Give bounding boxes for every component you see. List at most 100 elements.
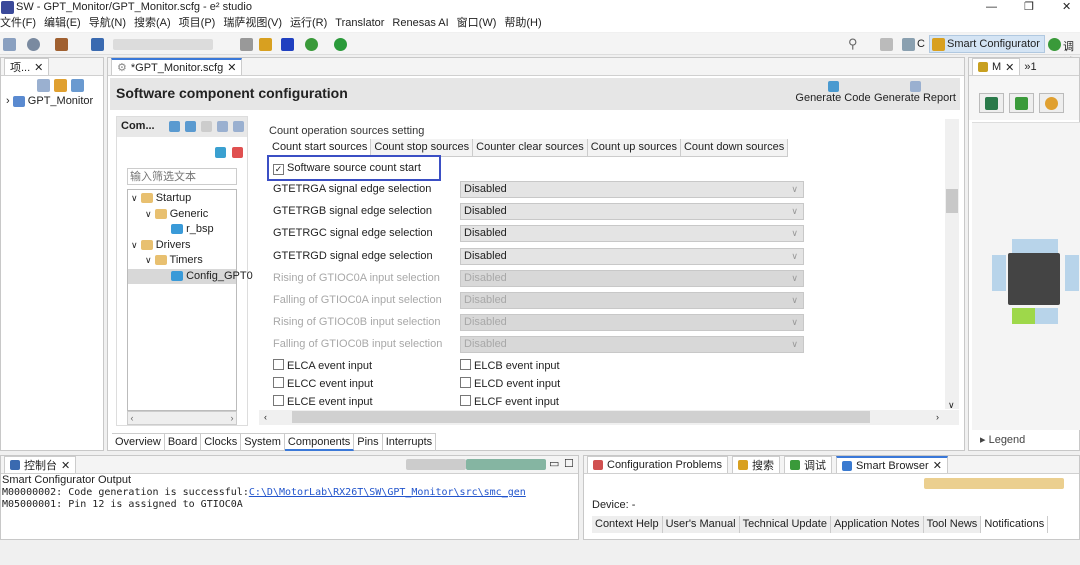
tree-item[interactable]: ∨ Timers xyxy=(128,253,236,269)
tab-gpt-monitor-scfg[interactable]: ⚙ *GPT_Monitor.scfg ✕ xyxy=(111,58,243,75)
collapse-icon[interactable] xyxy=(217,121,228,132)
tab-system[interactable]: System xyxy=(241,434,285,451)
list-icon[interactable] xyxy=(240,38,253,51)
collapse-all-icon[interactable] xyxy=(37,79,50,92)
edge-selection-dropdown[interactable]: Disabled ∨ xyxy=(460,314,804,332)
export-icon[interactable] xyxy=(185,121,196,132)
tab-browser[interactable]: Configuration Problems xyxy=(587,456,728,473)
close-icon[interactable]: ✕ xyxy=(34,61,43,74)
subtab[interactable]: Application Notes xyxy=(831,516,924,533)
chevron-down-icon[interactable]: ∨ xyxy=(131,193,138,203)
edge-selection-dropdown[interactable]: Disabled ∨ xyxy=(460,269,804,287)
run-icon[interactable] xyxy=(334,38,347,51)
tab-components[interactable]: Components xyxy=(284,434,355,451)
tab-count-source[interactable]: Count down sources xyxy=(681,139,789,156)
build-config-icon[interactable] xyxy=(27,38,40,51)
tab-mcu[interactable]: M ✕ xyxy=(972,58,1021,75)
close-button[interactable]: ✕ xyxy=(1062,0,1071,14)
tab-browser[interactable]: 搜索 xyxy=(731,456,780,473)
translator-icon[interactable] xyxy=(281,38,294,51)
edge-selection-dropdown[interactable]: Disabled ∨ xyxy=(460,247,804,265)
browser-actions-icon[interactable] xyxy=(924,478,1064,489)
debug-controls-icon[interactable] xyxy=(113,39,213,50)
subtab[interactable]: User's Manual xyxy=(663,516,740,533)
menu-item[interactable]: 运行(R) xyxy=(290,15,327,32)
generate-code-button[interactable]: Generate Code xyxy=(793,80,873,104)
close-icon[interactable]: ✕ xyxy=(61,459,70,472)
minimize-icon[interactable]: ▭ xyxy=(549,457,559,470)
menu-item[interactable]: 导航(N) xyxy=(89,15,126,32)
legend-toggle[interactable]: ▸ Legend xyxy=(972,432,1080,448)
filter-icon[interactable] xyxy=(71,79,84,92)
menu-item[interactable]: 窗口(W) xyxy=(457,15,497,32)
tab-count-source[interactable]: Count up sources xyxy=(588,139,681,156)
edge-selection-dropdown[interactable]: Disabled ∨ xyxy=(460,292,804,309)
tab-count-source[interactable]: Count stop sources xyxy=(371,139,474,156)
save-image-button[interactable] xyxy=(979,93,1004,113)
chevron-down-icon[interactable]: ∨ xyxy=(145,209,152,219)
tree-item-gpt-monitor[interactable]: › GPT_Monitor xyxy=(1,94,103,108)
software-source-count-start-checkbox[interactable]: ✓ Software source count start xyxy=(273,162,421,175)
debug-monitor-icon[interactable] xyxy=(91,38,104,51)
tab-project-explorer[interactable]: 项... ✕ xyxy=(4,58,50,75)
tab-pins[interactable]: Pins xyxy=(354,434,383,451)
open-perspective-icon[interactable] xyxy=(880,38,893,51)
tree-item[interactable]: ∨ Drivers xyxy=(128,238,236,254)
event-input-checkbox[interactable]: ELCE event input xyxy=(273,395,373,408)
output-path-link[interactable]: C:\D\MotorLab\RX26T\SW\GPT_Monitor\src\s… xyxy=(249,487,526,498)
tab-console[interactable]: 控制台 ✕ xyxy=(4,456,77,473)
perspective-smart-configurator[interactable]: Smart Configurator xyxy=(929,35,1045,53)
subtab[interactable]: Tool News xyxy=(924,516,982,533)
subtab[interactable]: Context Help xyxy=(592,516,663,533)
import-icon[interactable] xyxy=(169,121,180,132)
sort-icon[interactable] xyxy=(201,121,212,132)
menu-item[interactable]: 项目(P) xyxy=(179,15,216,32)
tab-count-source[interactable]: Counter clear sources xyxy=(473,139,588,156)
menu-item[interactable]: 帮助(H) xyxy=(504,15,541,32)
zoom-button[interactable] xyxy=(1039,93,1064,113)
edge-selection-dropdown[interactable]: Disabled ∨ xyxy=(460,225,804,243)
subtab[interactable]: Notifications xyxy=(981,516,1049,533)
menu-item[interactable]: 文件(F) xyxy=(0,15,36,32)
perspective-c[interactable]: C xyxy=(917,38,925,50)
rotate-button[interactable] xyxy=(1009,93,1034,113)
tab-overview[interactable]: Overview xyxy=(112,434,165,451)
tab-count-source[interactable]: Count start sources xyxy=(269,139,372,156)
event-input-checkbox[interactable]: ELCA event input xyxy=(273,359,372,372)
wand-icon[interactable] xyxy=(259,38,272,51)
menu-item[interactable]: 搜索(A) xyxy=(134,15,171,32)
search-icon[interactable]: ⚲ xyxy=(848,36,858,52)
event-input-checkbox[interactable]: ELCB event input xyxy=(460,359,560,372)
tab-board[interactable]: Board xyxy=(165,434,202,451)
tree-item[interactable]: ∨ Startup xyxy=(128,191,236,207)
generate-report-button[interactable]: Generate Report xyxy=(873,80,957,104)
chevron-down-icon[interactable]: ∨ xyxy=(131,240,138,250)
remove-component-icon[interactable] xyxy=(232,147,243,158)
event-input-checkbox[interactable]: ELCC event input xyxy=(273,377,373,390)
gear-debug-icon[interactable] xyxy=(305,38,318,51)
link-editor-icon[interactable] xyxy=(54,79,67,92)
filter-input[interactable] xyxy=(127,168,237,185)
tab-browser[interactable]: 调试 xyxy=(783,456,832,473)
chevron-down-icon[interactable]: ∨ xyxy=(145,255,152,265)
event-input-checkbox[interactable]: ELCF event input xyxy=(460,395,559,408)
tab-clocks[interactable]: Clocks xyxy=(201,434,242,451)
console-actions-icon[interactable] xyxy=(406,459,466,470)
tree-item[interactable]: Config_GPT0 xyxy=(128,268,253,284)
add-component-icon[interactable] xyxy=(215,147,226,158)
event-input-checkbox[interactable]: ELCD event input xyxy=(460,377,560,390)
tree-item[interactable]: ∨ Generic xyxy=(128,207,236,223)
hammer-icon[interactable] xyxy=(55,38,68,51)
minimize-button[interactable]: — xyxy=(986,0,997,14)
edge-selection-dropdown[interactable]: Disabled ∨ xyxy=(460,203,804,221)
menu-item[interactable]: 瑞萨视图(V) xyxy=(223,15,282,32)
save-icon[interactable] xyxy=(3,38,16,51)
horizontal-scrollbar[interactable]: ‹ › xyxy=(259,410,959,425)
maximize-icon[interactable]: ☐ xyxy=(564,457,574,470)
menu-item[interactable]: Translator xyxy=(335,15,384,32)
overflow-tabs[interactable]: »1 xyxy=(1024,61,1036,73)
tree-item[interactable]: r_bsp xyxy=(128,222,236,238)
edge-selection-dropdown[interactable]: Disabled ∨ xyxy=(460,181,804,198)
edge-selection-dropdown[interactable]: Disabled ∨ xyxy=(460,336,804,354)
menu-item[interactable]: 编辑(E) xyxy=(44,15,81,32)
